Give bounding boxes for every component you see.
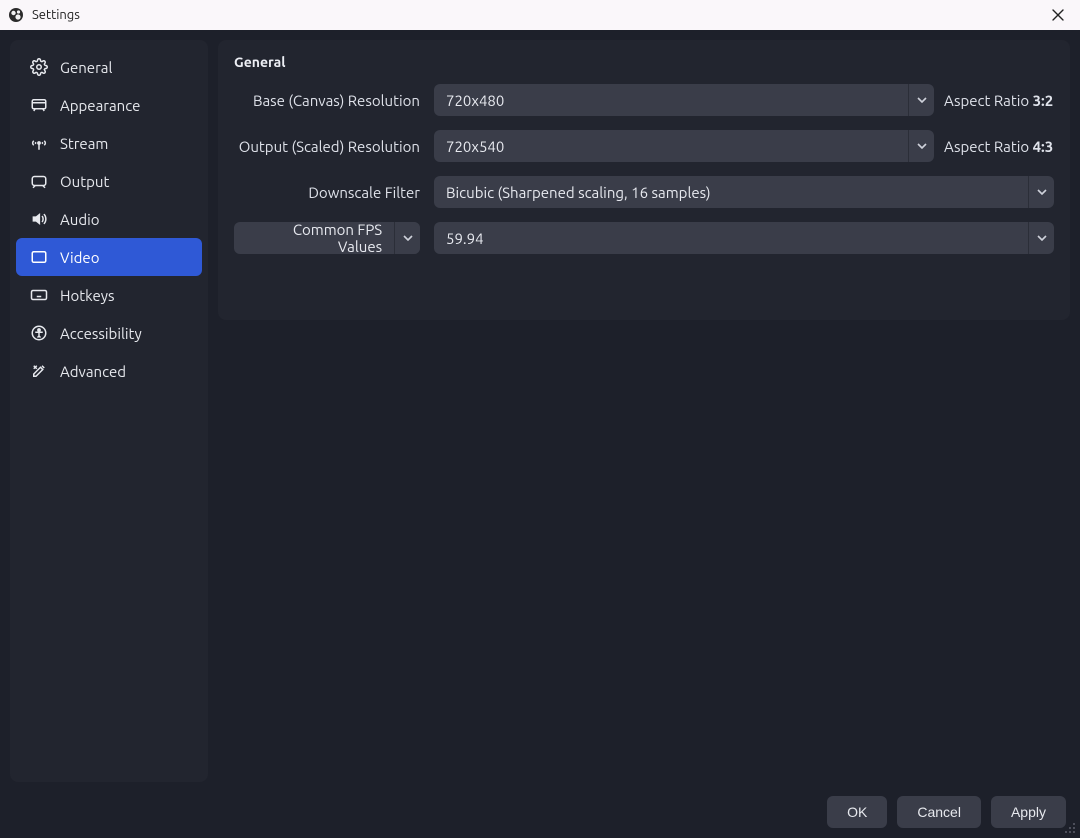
stream-icon bbox=[30, 134, 48, 152]
sidebar-item-label: Stream bbox=[60, 135, 108, 152]
content-row: General Appearance Stream Output bbox=[10, 40, 1070, 782]
fps-value-dropdown-button[interactable] bbox=[1028, 222, 1054, 254]
sidebar-item-label: Accessibility bbox=[60, 325, 142, 342]
chevron-down-icon bbox=[917, 97, 927, 103]
ok-button[interactable]: OK bbox=[827, 796, 887, 828]
downscale-filter-label: Downscale Filter bbox=[234, 184, 424, 201]
gear-icon bbox=[30, 58, 48, 76]
close-button[interactable] bbox=[1044, 1, 1072, 29]
tools-icon bbox=[30, 362, 48, 380]
output-resolution-combo[interactable]: 720x540 bbox=[434, 130, 934, 162]
fps-type-label: Common FPS Values bbox=[234, 222, 394, 254]
sidebar-item-label: Appearance bbox=[60, 97, 140, 114]
sidebar-item-audio[interactable]: Audio bbox=[16, 200, 202, 238]
output-aspect-ratio: Aspect Ratio 4:3 bbox=[944, 138, 1054, 155]
aspect-prefix: Aspect Ratio bbox=[944, 138, 1033, 155]
video-settings-panel: General Base (Canvas) Resolution 720x480… bbox=[218, 40, 1070, 320]
titlebar: Settings bbox=[0, 0, 1080, 30]
apply-button[interactable]: Apply bbox=[991, 796, 1066, 828]
fps-type-combo[interactable]: Common FPS Values bbox=[234, 222, 420, 254]
sidebar-item-stream[interactable]: Stream bbox=[16, 124, 202, 162]
section-title: General bbox=[234, 54, 1054, 70]
main-column: General Base (Canvas) Resolution 720x480… bbox=[218, 40, 1070, 782]
fps-value[interactable]: 59.94 bbox=[434, 222, 1028, 254]
downscale-filter-row: Downscale Filter Bicubic (Sharpened scal… bbox=[234, 176, 1054, 208]
fps-type-wrapper: Common FPS Values bbox=[234, 222, 424, 254]
base-resolution-dropdown-button[interactable] bbox=[908, 84, 934, 116]
sidebar-item-label: Video bbox=[60, 249, 99, 266]
output-resolution-row: Output (Scaled) Resolution 720x540 Aspec… bbox=[234, 130, 1054, 162]
audio-icon bbox=[30, 210, 48, 228]
output-resolution-value[interactable]: 720x540 bbox=[434, 130, 908, 162]
output-icon bbox=[30, 172, 48, 190]
appearance-icon bbox=[30, 96, 48, 114]
base-resolution-label: Base (Canvas) Resolution bbox=[234, 92, 424, 109]
sidebar-item-label: General bbox=[60, 59, 112, 76]
chevron-down-icon bbox=[1037, 235, 1047, 241]
app-body: General Appearance Stream Output bbox=[0, 30, 1080, 838]
sidebar-item-label: Advanced bbox=[60, 363, 126, 380]
output-resolution-label: Output (Scaled) Resolution bbox=[234, 138, 424, 155]
keyboard-icon bbox=[30, 286, 48, 304]
chevron-down-icon bbox=[403, 235, 413, 241]
sidebar-item-accessibility[interactable]: Accessibility bbox=[16, 314, 202, 352]
accessibility-icon bbox=[30, 324, 48, 342]
base-resolution-row: Base (Canvas) Resolution 720x480 Aspect … bbox=[234, 84, 1054, 116]
chevron-down-icon bbox=[1037, 189, 1047, 195]
dialog-button-bar: OK Cancel Apply bbox=[10, 792, 1070, 828]
sidebar-item-label: Output bbox=[60, 173, 109, 190]
sidebar-item-label: Audio bbox=[60, 211, 100, 228]
sidebar-item-appearance[interactable]: Appearance bbox=[16, 86, 202, 124]
fps-value-combo[interactable]: 59.94 bbox=[434, 222, 1054, 254]
downscale-filter-value[interactable]: Bicubic (Sharpened scaling, 16 samples) bbox=[434, 176, 1028, 208]
close-icon bbox=[1052, 9, 1064, 21]
fps-row: Common FPS Values 59.94 bbox=[234, 222, 1054, 254]
aspect-value: 4:3 bbox=[1033, 138, 1054, 155]
sidebar-item-video[interactable]: Video bbox=[16, 238, 202, 276]
sidebar-item-hotkeys[interactable]: Hotkeys bbox=[16, 276, 202, 314]
sidebar-item-label: Hotkeys bbox=[60, 287, 114, 304]
sidebar-item-output[interactable]: Output bbox=[16, 162, 202, 200]
app-icon bbox=[8, 7, 24, 23]
window-title: Settings bbox=[32, 8, 80, 22]
sidebar: General Appearance Stream Output bbox=[10, 40, 208, 782]
fps-type-dropdown-button[interactable] bbox=[394, 222, 420, 254]
base-resolution-combo[interactable]: 720x480 bbox=[434, 84, 934, 116]
resize-grip[interactable] bbox=[1064, 822, 1078, 836]
base-aspect-ratio: Aspect Ratio 3:2 bbox=[944, 92, 1054, 109]
cancel-button[interactable]: Cancel bbox=[897, 796, 981, 828]
downscale-filter-dropdown-button[interactable] bbox=[1028, 176, 1054, 208]
aspect-value: 3:2 bbox=[1033, 92, 1054, 109]
chevron-down-icon bbox=[917, 143, 927, 149]
sidebar-item-advanced[interactable]: Advanced bbox=[16, 352, 202, 390]
sidebar-item-general[interactable]: General bbox=[16, 48, 202, 86]
downscale-filter-combo[interactable]: Bicubic (Sharpened scaling, 16 samples) bbox=[434, 176, 1054, 208]
output-resolution-dropdown-button[interactable] bbox=[908, 130, 934, 162]
base-resolution-value[interactable]: 720x480 bbox=[434, 84, 908, 116]
video-icon bbox=[30, 248, 48, 266]
aspect-prefix: Aspect Ratio bbox=[944, 92, 1033, 109]
